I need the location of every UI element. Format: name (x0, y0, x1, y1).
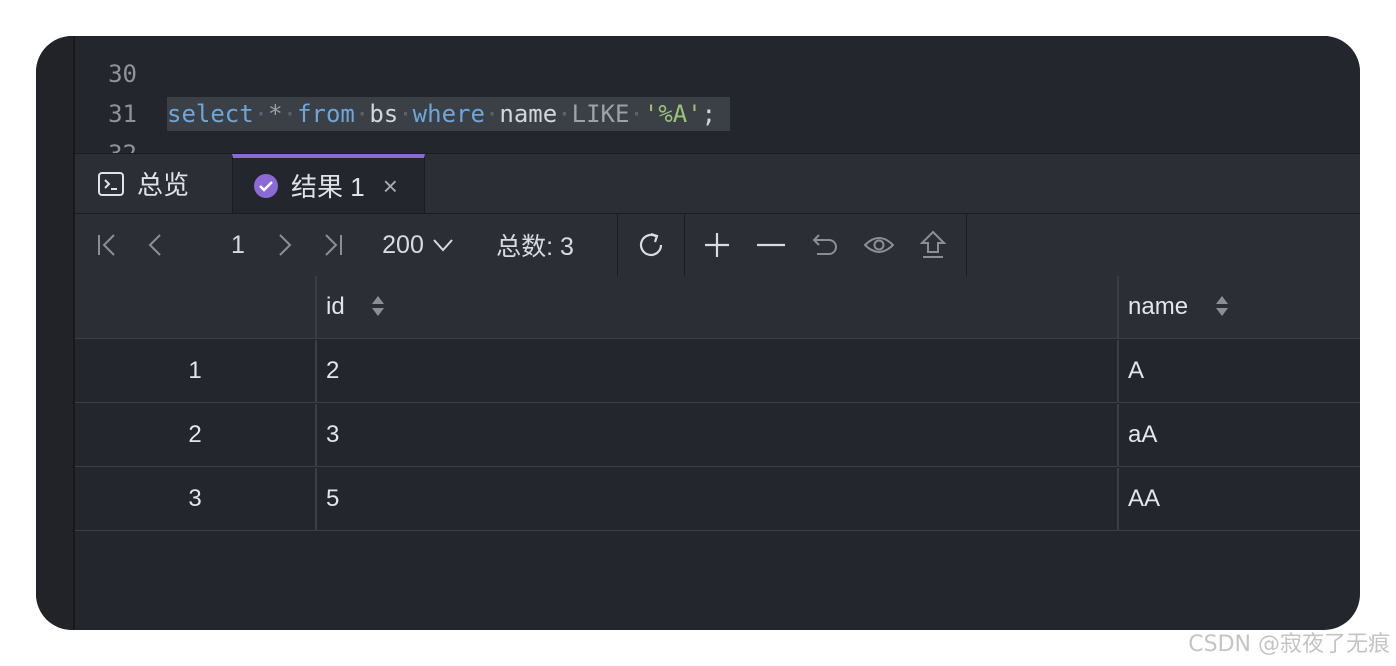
export-icon (919, 230, 947, 258)
add-row-icon (705, 233, 729, 257)
tab-result-1[interactable]: 结果 1 × (232, 154, 425, 213)
column-header-label: name (1128, 293, 1189, 320)
keyword-where: where (412, 100, 485, 128)
table-row[interactable]: 2 3 aA (75, 404, 1360, 467)
row-index: 2 (188, 421, 202, 448)
tab-overview[interactable]: 总览 (75, 154, 232, 213)
keyword-from: from (297, 100, 355, 128)
keyword-like: LIKE (571, 100, 630, 128)
tab-overview-label: 总览 (137, 170, 190, 200)
cell-id[interactable]: 3 (315, 404, 1117, 466)
first-page-icon (98, 234, 115, 256)
eye-icon (864, 237, 894, 253)
page-size-value: 200 (382, 230, 424, 259)
token-semicolon: ; (701, 100, 717, 128)
chevron-down-icon (433, 239, 453, 252)
row-index: 3 (188, 485, 202, 512)
next-page-icon (279, 234, 292, 256)
preview-button[interactable] (863, 214, 895, 276)
cell-name[interactable]: A (1117, 340, 1360, 402)
token-column: name (499, 100, 558, 128)
cell-id[interactable]: 2 (315, 340, 1117, 402)
table-row[interactable]: 3 5 AA (75, 468, 1360, 531)
column-header-name[interactable]: name (1117, 276, 1360, 338)
editor-line: 33 (75, 134, 162, 153)
first-page-button[interactable] (93, 214, 121, 276)
result-grid: id name 1 2 A 2 3 aA 3 5 AA (75, 276, 1360, 532)
sort-icon[interactable] (371, 293, 385, 319)
page-size-select[interactable]: 200 (375, 214, 461, 276)
table-row[interactable]: 1 2 A (75, 340, 1360, 403)
add-row-button[interactable] (701, 214, 733, 276)
column-header-label: id (326, 293, 345, 320)
selected-sql-statement[interactable]: select·*·from·bs·where·name·LIKE·'%A'; (167, 97, 731, 131)
last-page-icon (325, 234, 342, 256)
row-index-header (75, 276, 315, 338)
cell-id[interactable]: 5 (315, 468, 1117, 530)
prev-page-icon (148, 234, 161, 256)
column-header-id[interactable]: id (315, 276, 1117, 338)
toolbar-divider (966, 214, 967, 276)
sort-icon[interactable] (1215, 293, 1229, 319)
refresh-icon (639, 232, 663, 257)
toolbar-divider (617, 214, 618, 276)
cell-name[interactable]: aA (1117, 404, 1360, 466)
editor-line: 30 (75, 36, 162, 88)
check-circle-icon (254, 173, 278, 198)
sql-editor[interactable]: 30 31 32 select·*·from·bs·where·name·LIK… (75, 36, 1360, 153)
toolbar-divider (684, 214, 685, 276)
undo-icon (812, 234, 837, 255)
editor-line: 31 (75, 54, 162, 128)
close-tab-icon[interactable]: × (383, 173, 398, 199)
token-string: '%A' (643, 100, 702, 128)
total-count: 总数: 3 (496, 233, 574, 261)
sql-client-window: 30 31 32 select·*·from·bs·where·name·LIK… (36, 36, 1360, 630)
result-tab-bar: 总览 结果 1 × (75, 153, 1360, 214)
prev-page-button[interactable] (141, 214, 169, 276)
row-index: 1 (188, 357, 202, 384)
token-table: bs (369, 100, 399, 128)
terminal-icon (98, 171, 124, 196)
token-star: * (268, 100, 283, 128)
refresh-button[interactable] (635, 214, 667, 276)
export-button[interactable] (917, 214, 949, 276)
result-toolbar: 1 200 总数: 3 (75, 214, 1360, 277)
cell-name[interactable]: AA (1117, 468, 1360, 530)
tab-result-label: 结果 1 (291, 172, 365, 202)
delete-row-icon (757, 243, 785, 247)
delete-row-button[interactable] (755, 214, 787, 276)
editor-line-current[interactable]: 32 select·*·from·bs·where·name·LIKE·'%A'… (75, 94, 1360, 153)
keyword-select: select (167, 100, 254, 128)
left-gutter (36, 36, 75, 630)
next-page-button[interactable] (271, 214, 299, 276)
last-page-button[interactable] (319, 214, 347, 276)
current-page[interactable]: 1 (225, 214, 251, 276)
undo-button[interactable] (809, 214, 841, 276)
grid-header-row: id name (75, 276, 1360, 339)
watermark: CSDN @寂夜了无痕 (1188, 632, 1390, 657)
